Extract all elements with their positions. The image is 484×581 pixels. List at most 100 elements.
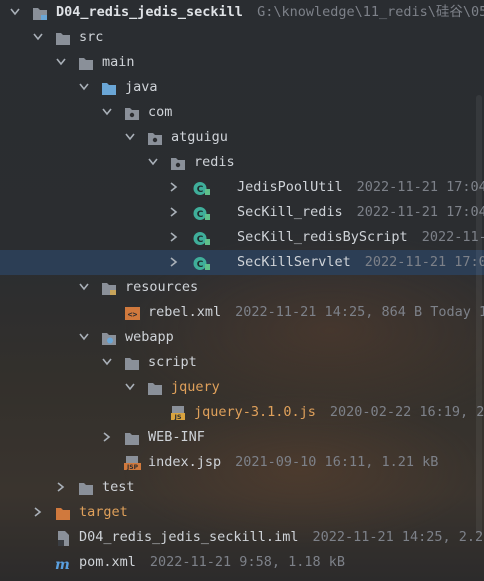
tree-row-webapp[interactable]: webapp [0,325,484,350]
svg-text:C: C [197,210,204,220]
chevron-down-icon[interactable] [124,125,136,150]
tree-row-rebel-xml[interactable]: <> rebel.xml 2022-11-21 14:25, 864 B Toda… [0,300,484,325]
file-meta: 2021-09-10 16:11, 1.21 kB [235,454,439,470]
file-meta: 2022-11-21 14:25, 864 B Today 1 [235,304,484,320]
tree-row-test[interactable]: test [0,475,484,500]
chevron-down-icon[interactable] [101,100,113,125]
folder-icon [124,430,140,445]
tree-row-web-inf[interactable]: WEB-INF [0,425,484,450]
chevron-right-icon[interactable] [168,225,180,250]
tree-row-main[interactable]: main [0,50,484,75]
chevron-down-icon[interactable] [78,275,90,300]
tree-row-target[interactable]: target [0,500,484,525]
file-meta: 2022-11-21 17:0 [364,254,484,270]
package-label-com: com [148,104,173,120]
chevron-down-icon[interactable] [124,375,136,400]
folder-icon [78,55,94,70]
tree-row-class-seckill-redisbyscript[interactable]: C SecKill_redisByScript 2022-11- [0,225,484,250]
excluded-folder-icon [55,505,71,520]
chevron-right-icon[interactable] [168,250,180,275]
folder-label-java: java [125,79,158,95]
chevron-down-icon[interactable] [32,25,44,50]
tree-row-project-root[interactable]: D04_redis_jedis_seckill G:\knowledge\11_… [0,0,484,25]
java-class-icon: C [193,205,210,220]
class-name: JedisPoolUtil [237,179,343,195]
resources-folder-icon [101,280,117,295]
svg-text:C: C [197,185,204,195]
chevron-down-icon[interactable] [55,50,67,75]
folder-icon [147,380,163,395]
chevron-right-icon[interactable] [168,200,180,225]
jsp-file-icon: JSP [124,455,141,471]
chevron-right-icon[interactable] [101,425,113,450]
xml-file-icon: <> [124,305,140,320]
tree-row-pom-xml[interactable]: m pom.xml 2022-11-21 9:58, 1.18 kB [0,550,484,575]
vertical-scrollbar[interactable] [476,95,482,535]
tree-row-resources[interactable]: resources [0,275,484,300]
svg-text:JS: JS [173,413,181,421]
chevron-right-icon[interactable] [168,175,180,200]
package-label-redis: redis [194,154,235,170]
file-meta: 2022-11- [421,229,484,245]
iml-file-icon [55,530,71,546]
folder-label-jquery: jquery [171,379,220,395]
folder-label-test: test [102,479,135,495]
tree-row-index-jsp[interactable]: JSP index.jsp 2021-09-10 16:11, 1.21 kB [0,450,484,475]
tree-row-iml[interactable]: D04_redis_jedis_seckill.iml 2022-11-21 14… [0,525,484,550]
tree-row-java[interactable]: java [0,75,484,100]
package-label-atguigu: atguigu [171,129,228,145]
file-name: index.jsp [148,454,222,470]
chevron-right-icon[interactable] [55,475,67,500]
svg-text:<>: <> [128,310,138,319]
tree-row-script[interactable]: script [0,350,484,375]
tree-row-com[interactable]: com [0,100,484,125]
chevron-right-icon[interactable] [32,500,44,525]
file-name: D04_redis_jedis_seckill.iml [79,529,299,545]
folder-label-webapp: webapp [125,329,174,345]
maven-icon: m [55,555,71,573]
svg-text:C: C [197,260,204,270]
file-name: pom.xml [79,554,136,570]
folder-icon [55,30,71,45]
tree-row-class-jedispoolutil[interactable]: C JedisPoolUtil 2022-11-21 17:04 [0,175,484,200]
folder-label-script: script [148,354,197,370]
class-name: SecKill_redis [237,204,343,220]
package-icon [170,155,186,170]
file-name: rebel.xml [148,304,222,320]
folder-icon [78,480,94,495]
tree-row-class-seckill-redis[interactable]: C SecKill_redis 2022-11-21 17:04 [0,200,484,225]
tree-row-jquery-js[interactable]: JS jquery-3.1.0.js 2020-02-22 16:19, 2 [0,400,484,425]
java-class-icon: C [193,180,210,195]
file-meta: 2022-11-21 17:04 [356,179,484,195]
chevron-down-icon[interactable] [147,150,159,175]
chevron-down-icon[interactable] [78,325,90,350]
chevron-down-icon[interactable] [101,350,113,375]
file-meta: 2022-11-21 9:58, 1.18 kB [149,554,345,570]
source-folder-icon [101,80,117,95]
folder-icon [124,355,140,370]
folder-label-src: src [79,29,104,45]
class-name: SecKill_redisByScript [237,229,408,245]
folder-label-web-inf: WEB-INF [148,429,205,445]
file-meta: 2020-02-22 16:19, 2 [329,404,484,420]
tree-row-redis[interactable]: redis [0,150,484,175]
chevron-down-icon[interactable] [9,0,21,25]
java-class-icon: C [193,230,210,245]
module-folder-icon [32,5,48,20]
folder-label-target: target [79,504,128,520]
folder-label-resources: resources [125,279,199,295]
web-folder-icon [101,330,117,345]
tree-row-jquery[interactable]: jquery [0,375,484,400]
svg-text:m: m [55,557,70,571]
tree-row-src[interactable]: src [0,25,484,50]
project-name: D04_redis_jedis_seckill [56,4,243,20]
java-class-icon: C [193,255,210,270]
class-name: SecKillServlet [237,254,351,270]
project-path: G:\knowledge\11_redis\硅谷\05. [257,4,484,20]
chevron-down-icon[interactable] [78,75,90,100]
svg-text:JSP: JSP [126,464,139,471]
svg-text:C: C [197,235,204,245]
tree-row-class-seckillservlet[interactable]: C SecKillServlet 2022-11-21 17:0 [0,250,484,275]
file-meta: 2022-11-21 14:25, 2.2 [312,529,484,545]
tree-row-atguigu[interactable]: atguigu [0,125,484,150]
